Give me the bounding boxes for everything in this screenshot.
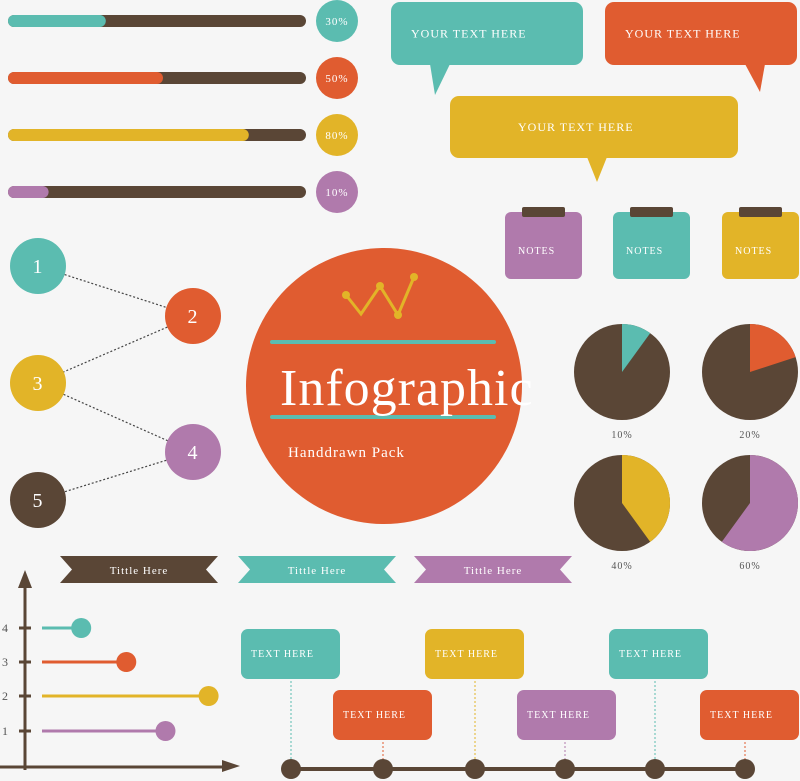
note-text: NOTES [735, 246, 772, 257]
trend-point-icon [342, 291, 350, 299]
speech-bubble-tail [587, 157, 607, 182]
pie-label: 40% [611, 561, 632, 572]
y-axis-arrow-icon [18, 570, 32, 588]
pie-label: 60% [739, 561, 760, 572]
timeline-text: TEXT HERE [710, 710, 773, 721]
ribbon-text: Tittle Here [464, 565, 523, 577]
progress-label: 10% [325, 187, 348, 199]
infographic-canvas: 30% 50% 80% 10% YOUR TEXT HERE YOUR TEXT HERE… [0, 0, 800, 781]
speech-bubble-tail [430, 64, 450, 95]
ribbon-text: Tittle Here [288, 565, 347, 577]
step-number: 2 [188, 306, 199, 328]
hero-subtitle: Handdrawn Pack [288, 445, 405, 461]
timeline-node [281, 759, 301, 779]
step-number: 5 [33, 490, 44, 512]
infographic-svg: 30% 50% 80% 10% YOUR TEXT HERE YOUR TEXT HERE… [0, 0, 799, 779]
progress-label: 30% [325, 16, 348, 28]
speech-bubble-text: YOUR TEXT HERE [518, 120, 634, 134]
timeline-node [735, 759, 755, 779]
timeline-text: TEXT HERE [343, 710, 406, 721]
lollipop-head [71, 618, 92, 638]
note-clip [739, 207, 782, 217]
note-clip [630, 207, 673, 217]
timeline-node [555, 759, 575, 779]
timeline-text: TEXT HERE [619, 649, 682, 660]
y-tick-label: 2 [2, 689, 8, 703]
lollipop-head [198, 686, 219, 706]
y-tick-label: 4 [2, 621, 8, 635]
timeline-text: TEXT HERE [527, 710, 590, 721]
ribbon-text: Tittle Here [110, 565, 169, 577]
note-clip [522, 207, 565, 217]
lollipop-head [155, 721, 176, 741]
hero-title: Infographic [280, 360, 534, 417]
note-text: NOTES [626, 246, 663, 257]
pie-label: 20% [739, 430, 760, 441]
timeline-text: TEXT HERE [435, 649, 498, 660]
speech-bubble-text: YOUR TEXT HERE [625, 27, 741, 41]
trend-point-icon [376, 282, 384, 290]
speech-bubble-text: YOUR TEXT HERE [411, 27, 527, 41]
x-axis-arrow-icon [222, 760, 240, 772]
y-tick-label: 1 [2, 724, 8, 738]
timeline-node [373, 759, 393, 779]
speech-bubble-tail [745, 64, 765, 92]
step-number: 3 [33, 373, 44, 395]
timeline-text: TEXT HERE [251, 649, 314, 660]
progress-label: 50% [325, 73, 348, 85]
lollipop-head [116, 652, 137, 672]
pie-label: 10% [611, 430, 632, 441]
timeline-node [645, 759, 665, 779]
step-number: 4 [188, 442, 199, 464]
y-tick-label: 3 [2, 655, 8, 669]
progress-label: 80% [325, 130, 348, 142]
step-number: 1 [33, 256, 44, 278]
note-text: NOTES [518, 246, 555, 257]
trend-point-icon [394, 311, 402, 319]
timeline-node [465, 759, 485, 779]
trend-point-icon [410, 273, 418, 281]
